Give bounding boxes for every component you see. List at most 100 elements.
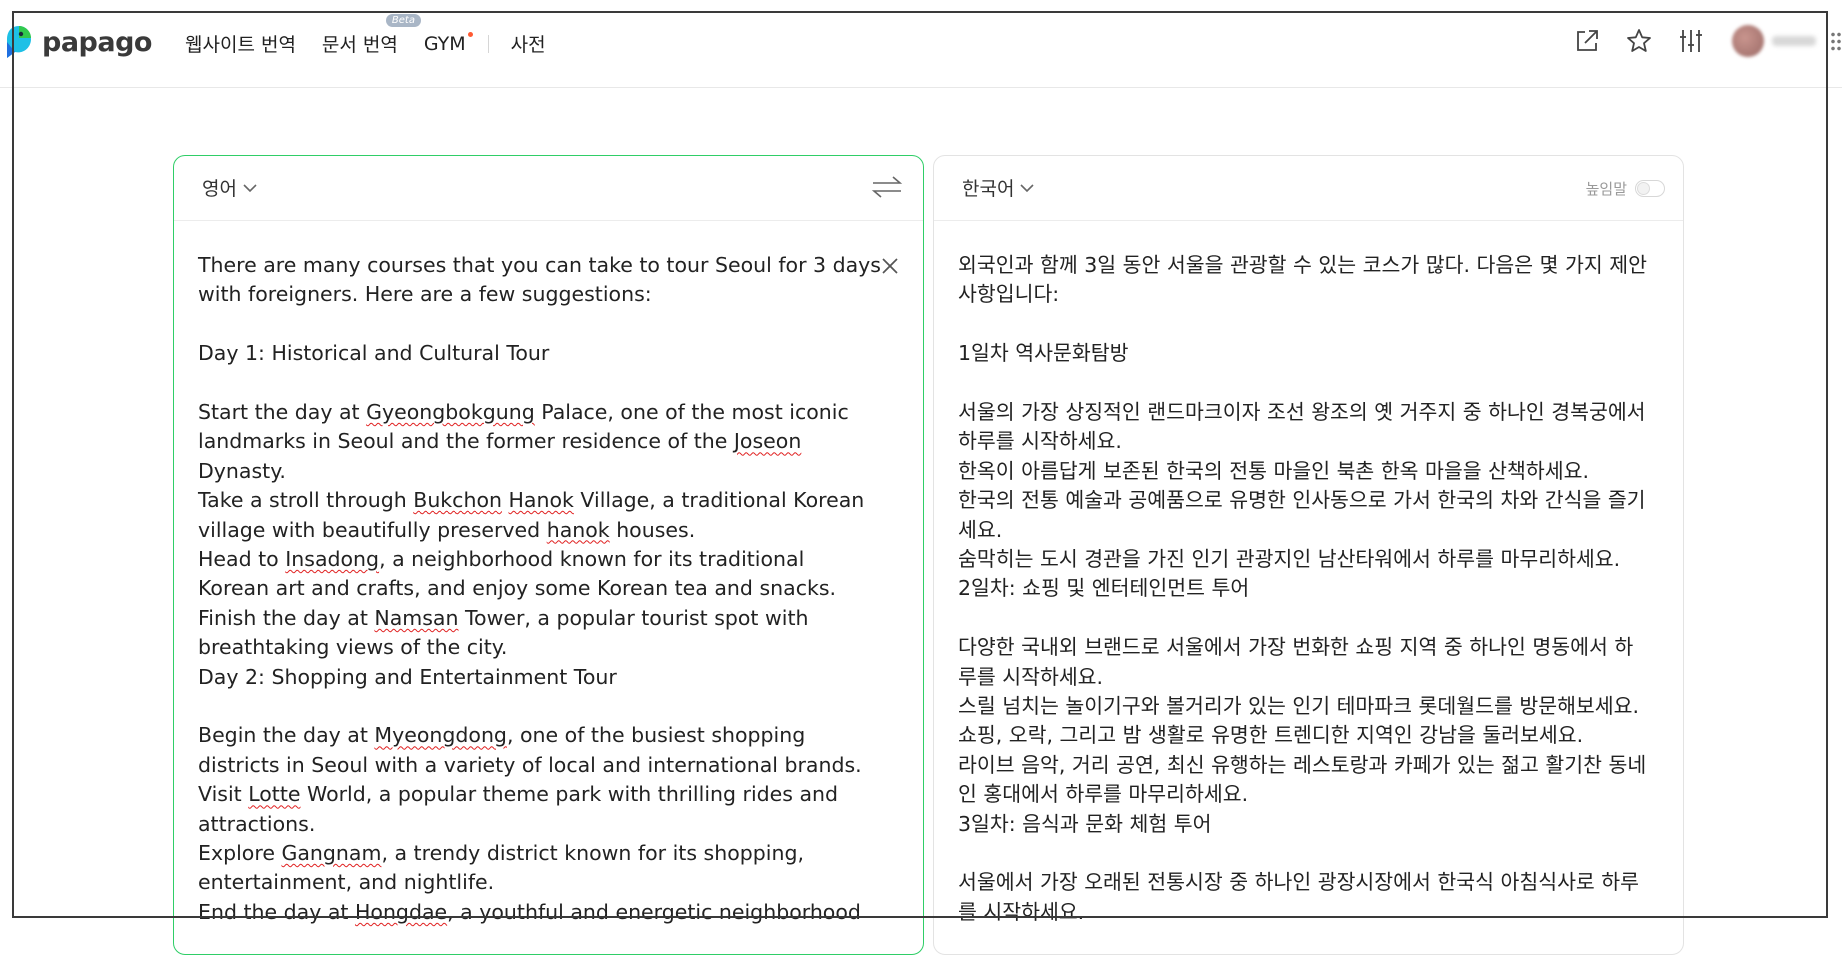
- source-line: districts in Seoul with a variety of loc…: [198, 751, 899, 780]
- source-line: [198, 369, 899, 398]
- honorific-control: 높임말: [1586, 178, 1665, 199]
- target-panel: 한국어 높임말 외국인과 함께 3일 동안 서울을 관광할 수 있는 코스가 많…: [933, 155, 1684, 955]
- nav-dictionary[interactable]: 사전: [511, 30, 546, 57]
- nav-gym[interactable]: GYM: [424, 31, 473, 55]
- target-language-label: 한국어: [962, 178, 1015, 200]
- text-segment: End the day at: [198, 899, 355, 924]
- text-segment: Start the day at: [198, 400, 367, 424]
- misspelled-word[interactable]: Gangnam: [281, 841, 381, 865]
- misspelled-word[interactable]: Hanok: [509, 488, 574, 512]
- text-segment: Day 2: Shopping and Entertainment Tour: [198, 664, 617, 689]
- chevron-down-icon: [1020, 183, 1035, 192]
- source-line: Day 2: Shopping and Entertainment Tour: [198, 663, 899, 692]
- source-line: Head to Insadong, a neighborhood known f…: [198, 545, 899, 574]
- translated-line: [958, 839, 1659, 868]
- text-segment: Explore: [198, 841, 282, 866]
- misspelled-word[interactable]: Gyeongbokgung: [366, 400, 535, 424]
- source-line: Explore Gangnam, a trendy district known…: [198, 839, 899, 868]
- source-panel-header: 영어: [174, 156, 923, 221]
- star-icon[interactable]: [1622, 24, 1656, 58]
- translation-area: 외국인과 함께 3일 동안 서울을 관광할 수 있는 코스가 많다. 다음은 몇…: [934, 221, 1683, 927]
- text-segment: There are many courses that you can take…: [198, 253, 881, 277]
- translated-text: 외국인과 함께 3일 동안 서울을 관광할 수 있는 코스가 많다. 다음은 몇…: [958, 251, 1659, 927]
- source-line: Dynasty.: [198, 457, 899, 486]
- clear-text-icon[interactable]: [881, 257, 899, 279]
- papago-logo[interactable]: papago: [5, 22, 152, 62]
- source-text[interactable]: There are many courses that you can take…: [198, 251, 899, 927]
- source-panel: 영어 There are many courses that you can t…: [173, 155, 924, 955]
- source-line: Begin the day at Myeongdong, one of the …: [198, 721, 899, 750]
- settings-sliders-icon[interactable]: [1674, 24, 1708, 58]
- text-segment: landmarks in Seoul and the former reside…: [198, 429, 734, 454]
- text-segment: Visit: [198, 782, 249, 807]
- translated-line: 한옥이 아름답게 보존된 한국의 전통 마을인 북촌 한옥 마을을 산책하세요.: [958, 458, 1589, 483]
- target-panel-header: 한국어 높임말: [934, 156, 1683, 221]
- text-segment: breathtaking views of the city.: [198, 635, 508, 660]
- honorific-toggle[interactable]: [1635, 180, 1665, 197]
- source-language-select[interactable]: 영어: [202, 174, 257, 201]
- apps-grid-icon[interactable]: [1830, 31, 1842, 51]
- text-segment: Day 1: Historical and Cultural Tour: [198, 341, 550, 366]
- text-segment: Take a stroll through: [198, 488, 414, 513]
- text-segment: Head to: [198, 547, 286, 572]
- source-line: End the day at Hongdae, a youthful and e…: [198, 898, 899, 927]
- source-line: Day 1: Historical and Cultural Tour: [198, 339, 899, 368]
- misspelled-word[interactable]: Joseon: [734, 429, 801, 453]
- source-line: [198, 692, 899, 721]
- text-segment: , a trendy district known for its shoppi…: [381, 841, 804, 866]
- text-segment: with foreigners. Here are a few suggesti…: [198, 282, 652, 307]
- translated-line: 세요.: [958, 517, 1003, 542]
- translated-line: 외국인과 함께 3일 동안 서울을 관광할 수 있는 코스가 많다. 다음은 몇…: [958, 253, 1647, 277]
- translated-line: [958, 310, 1659, 339]
- header-actions: [1552, 24, 1842, 58]
- misspelled-word[interactable]: Myeongdong: [374, 723, 507, 747]
- top-header: papago 웹사이트 번역 문서 번역 Beta GYM 사전: [0, 0, 1842, 88]
- source-line: breathtaking views of the city.: [198, 633, 899, 662]
- nav-document-translate-label: 문서 번역: [321, 34, 398, 56]
- translated-line: 서울의 가장 상징적인 랜드마크이자 조선 왕조의 옛 거주지 중 하나인 경복…: [958, 400, 1646, 424]
- source-line: Visit Lotte World, a popular theme park …: [198, 780, 899, 809]
- toggle-knob: [1637, 182, 1650, 195]
- share-icon[interactable]: [1570, 24, 1604, 58]
- text-segment: Finish the day at: [198, 605, 375, 630]
- translated-line: 하루를 시작하세요.: [958, 429, 1122, 454]
- nav-document-translate[interactable]: 문서 번역 Beta: [321, 14, 421, 57]
- translated-line: 루를 시작하세요.: [958, 664, 1104, 689]
- swap-languages-icon[interactable]: [871, 174, 903, 204]
- source-line: Finish the day at Namsan Tower, a popula…: [198, 604, 899, 633]
- translated-line: 서울에서 가장 오래된 전통시장 중 하나인 광장시장에서 한국식 아침식사로 …: [958, 870, 1640, 895]
- target-language-select[interactable]: 한국어: [962, 174, 1035, 201]
- honorific-label: 높임말: [1585, 180, 1627, 198]
- misspelled-word[interactable]: Namsan: [374, 606, 458, 630]
- translated-line: 를 시작하세요.: [958, 899, 1085, 924]
- text-segment: Palace, one of the most iconic: [534, 400, 849, 424]
- new-dot-indicator: [467, 31, 473, 37]
- translated-line: 인 홍대에서 하루를 마무리하세요.: [958, 782, 1249, 807]
- text-segment: Korean art and crafts, and enjoy some Ko…: [198, 576, 837, 601]
- misspelled-word[interactable]: Insadong: [285, 547, 379, 571]
- source-line: Korean art and crafts, and enjoy some Ko…: [198, 574, 899, 603]
- user-profile[interactable]: [1732, 25, 1816, 57]
- user-name-blurred: [1772, 36, 1816, 46]
- papago-wordmark: papago: [42, 26, 152, 58]
- nav-website-translate[interactable]: 웹사이트 번역: [185, 30, 296, 57]
- source-text-area[interactable]: There are many courses that you can take…: [174, 221, 923, 927]
- text-segment: attractions.: [198, 811, 316, 836]
- main-nav: 웹사이트 번역 문서 번역 Beta GYM 사전: [185, 14, 572, 57]
- translated-line: 3일차: 음식과 문화 체험 투어: [958, 811, 1212, 836]
- translated-line: 2일차: 쇼핑 및 엔터테인먼트 투어: [958, 576, 1250, 601]
- text-segment: World, a popular theme park with thrilli…: [300, 782, 839, 807]
- chevron-down-icon: [243, 183, 257, 192]
- misspelled-word[interactable]: Lotte: [248, 782, 300, 806]
- translated-line: 라이브 음악, 거리 공연, 최신 유행하는 레스토랑과 카페가 있는 젊고 활…: [958, 752, 1647, 777]
- text-segment: Tower, a popular tourist spot with: [458, 605, 809, 630]
- translated-line: 쇼핑, 오락, 그리고 밤 생활로 유명한 트렌디한 지역인 강남을 둘러보세요…: [958, 723, 1584, 748]
- text-segment: districts in Seoul with a variety of loc…: [198, 752, 862, 777]
- translated-line: 숨막히는 도시 경관을 가진 인기 관광지인 남산타워에서 하루를 마무리하세요…: [958, 547, 1621, 572]
- misspelled-word[interactable]: Hongdae: [355, 900, 447, 924]
- source-line: village with beautifully preserved hanok…: [198, 516, 899, 545]
- source-line: [198, 310, 899, 339]
- translated-line: 1일차 역사문화탐방: [958, 341, 1129, 366]
- misspelled-word[interactable]: hanok: [547, 518, 610, 542]
- misspelled-word[interactable]: Bukchon: [413, 488, 502, 512]
